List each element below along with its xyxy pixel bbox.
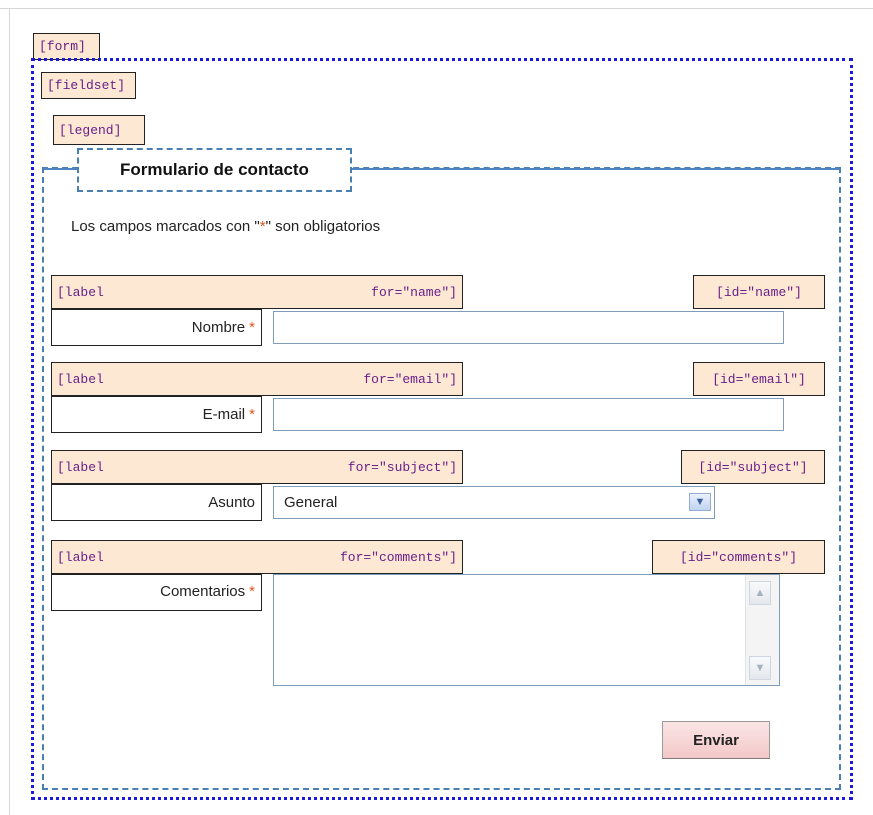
note-text-after: " son obligatorios [265,218,381,235]
label-tag-open: [label [57,371,104,387]
label-tag-for: for="comments"] [339,549,457,565]
id-tag-email: [id="email"] [693,362,825,396]
form-tag: [form] [33,33,100,60]
label-tag-open: [label [57,284,104,300]
label-tag-for: for="subject"] [347,459,457,475]
subject-select[interactable]: General [273,486,715,519]
label-tag-subject: [label for="subject"] [51,450,463,484]
email-input[interactable] [273,398,784,431]
label-email-text: E-mail [202,406,246,423]
submit-button[interactable]: Enviar [662,721,770,759]
scroll-up-icon[interactable]: ▲ [749,581,771,605]
label-name[interactable]: Nombre * [51,309,262,346]
label-email[interactable]: E-mail * [51,396,262,433]
name-input[interactable] [273,311,784,344]
label-tag-email: [label for="email"] [51,362,463,396]
id-tag-name: [id="name"] [693,275,825,309]
scroll-down-icon[interactable]: ▼ [749,656,771,680]
subject-selected-value: General [284,494,338,511]
page-frame-left [9,9,10,815]
label-tag-name: [label for="name"] [51,275,463,309]
id-tag-subject: [id="subject"] [681,450,825,484]
note-text-before: Los campos marcados con " [71,218,260,235]
label-name-text: Nombre [191,319,246,336]
label-subject-text: Asunto [208,494,255,511]
legend-tag: [legend] [53,115,145,145]
comments-textarea[interactable] [273,574,780,686]
label-comments-text: Comentarios [160,583,246,600]
label-tag-open: [label [57,459,104,475]
label-tag-open: [label [57,549,104,565]
label-comments[interactable]: Comentarios * [51,574,262,611]
fieldset-tag: [fieldset] [41,72,136,99]
label-tag-comments: [label for="comments"] [51,540,463,574]
page-frame-top [0,0,873,9]
required-marker: * [249,406,255,423]
legend: Formulario de contacto [77,148,352,192]
label-tag-for: for="name"] [371,284,457,300]
required-marker: * [249,319,255,336]
required-fields-note: Los campos marcados con "*" son obligato… [71,218,380,235]
label-tag-for: for="email"] [363,371,457,387]
label-subject[interactable]: Asunto [51,484,262,521]
id-tag-comments: [id="comments"] [652,540,825,574]
chevron-down-icon[interactable]: ▼ [689,493,711,511]
required-marker: * [249,583,255,600]
